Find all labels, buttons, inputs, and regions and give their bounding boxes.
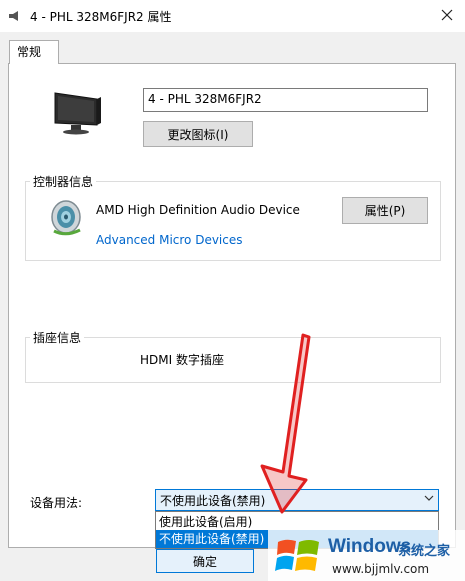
title-bar: 4 - PHL 328M6FJR2 属性 (0, 0, 465, 32)
jack-info-label: 插座信息 (30, 329, 85, 346)
speaker-small-icon (9, 11, 18, 21)
jack-info-value: HDMI 数字插座 (140, 353, 224, 367)
change-icon-button[interactable]: 更改图标(I) (143, 121, 253, 147)
window-title: 4 - PHL 328M6FJR2 属性 (30, 10, 172, 24)
device-name-field[interactable]: 4 - PHL 328M6FJR2 (143, 88, 428, 112)
dropdown-option-enable[interactable]: 使用此设备(启用) (156, 513, 438, 531)
audio-device-icon (51, 200, 81, 236)
jack-info-group (25, 337, 441, 383)
close-icon (441, 9, 453, 21)
monitor-icon (54, 92, 101, 135)
device-usage-select[interactable]: 不使用此设备(禁用) (155, 489, 439, 511)
chevron-down-icon (424, 495, 434, 501)
controller-device-name: AMD High Definition Audio Device (96, 203, 300, 217)
watermark-suffix: 系统之家 (398, 544, 451, 559)
windows-logo-icon (275, 539, 319, 571)
properties-button[interactable]: 属性(P) (342, 197, 428, 224)
tab-general[interactable]: 常规 (9, 40, 59, 64)
ok-button[interactable]: 确定 (156, 549, 254, 573)
watermark-url: www.bjjmlv.com (332, 562, 430, 576)
close-button[interactable] (433, 2, 461, 28)
device-usage-label: 设备用法: (30, 496, 83, 510)
device-usage-selected-value: 不使用此设备(禁用) (160, 494, 266, 508)
controller-info-label: 控制器信息 (30, 173, 97, 190)
vendor-link[interactable]: Advanced Micro Devices (96, 233, 243, 247)
